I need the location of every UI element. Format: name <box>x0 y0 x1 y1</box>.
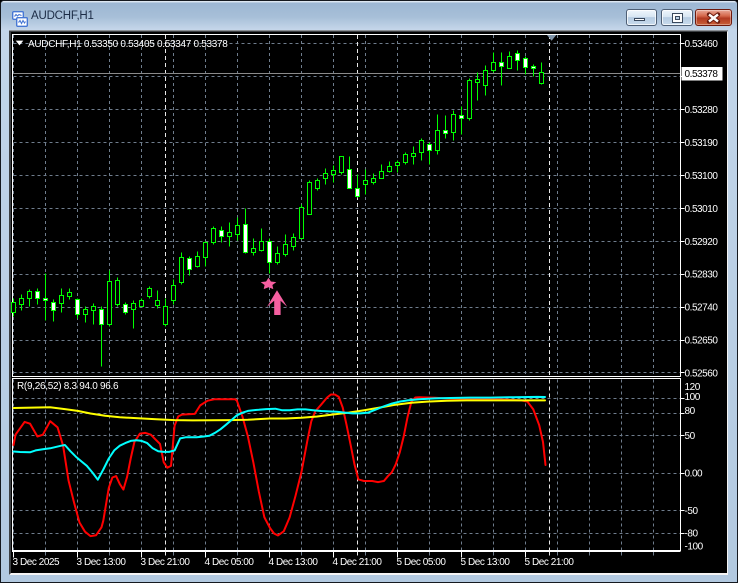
svg-text:50: 50 <box>685 431 696 442</box>
svg-text:3 Dec 2025: 3 Dec 2025 <box>13 557 61 568</box>
svg-text:AUDCHF,H1 0.53350 0.53405 0.53: AUDCHF,H1 0.53350 0.53405 0.53347 0.5337… <box>28 39 228 50</box>
svg-text:4 Dec 05:00: 4 Dec 05:00 <box>205 557 255 568</box>
svg-text:R(9,26,52) 8.3 94.0 96.6: R(9,26,52) 8.3 94.0 96.6 <box>17 381 119 392</box>
svg-text:0.52920: 0.52920 <box>685 237 719 248</box>
svg-text:5 Dec 13:00: 5 Dec 13:00 <box>461 557 511 568</box>
svg-text:4 Dec 21:00: 4 Dec 21:00 <box>333 557 383 568</box>
svg-text:80: 80 <box>685 406 696 417</box>
svg-text:4 Dec 13:00: 4 Dec 13:00 <box>269 557 319 568</box>
svg-text:3 Dec 21:00: 3 Dec 21:00 <box>141 557 191 568</box>
svg-text:0.53280: 0.53280 <box>685 105 719 116</box>
svg-text:0.52740: 0.52740 <box>685 303 719 314</box>
svg-text:0.00: 0.00 <box>685 469 704 480</box>
svg-text:-80: -80 <box>685 529 699 540</box>
svg-text:0.53010: 0.53010 <box>685 204 719 215</box>
svg-text:0.52560: 0.52560 <box>685 369 719 380</box>
svg-text:0.52830: 0.52830 <box>685 270 719 281</box>
svg-text:0.53378: 0.53378 <box>685 69 719 80</box>
svg-text:-100: -100 <box>685 542 704 553</box>
svg-text:-50: -50 <box>685 506 699 517</box>
svg-text:100: 100 <box>685 392 701 403</box>
svg-text:0.53190: 0.53190 <box>685 138 719 149</box>
svg-text:3 Dec 13:00: 3 Dec 13:00 <box>77 557 127 568</box>
svg-text:5 Dec 05:00: 5 Dec 05:00 <box>397 557 447 568</box>
svg-text:0.53100: 0.53100 <box>685 171 719 182</box>
svg-text:0.53460: 0.53460 <box>685 39 719 50</box>
svg-text:5 Dec 21:00: 5 Dec 21:00 <box>525 557 575 568</box>
svg-text:0.52650: 0.52650 <box>685 336 719 347</box>
